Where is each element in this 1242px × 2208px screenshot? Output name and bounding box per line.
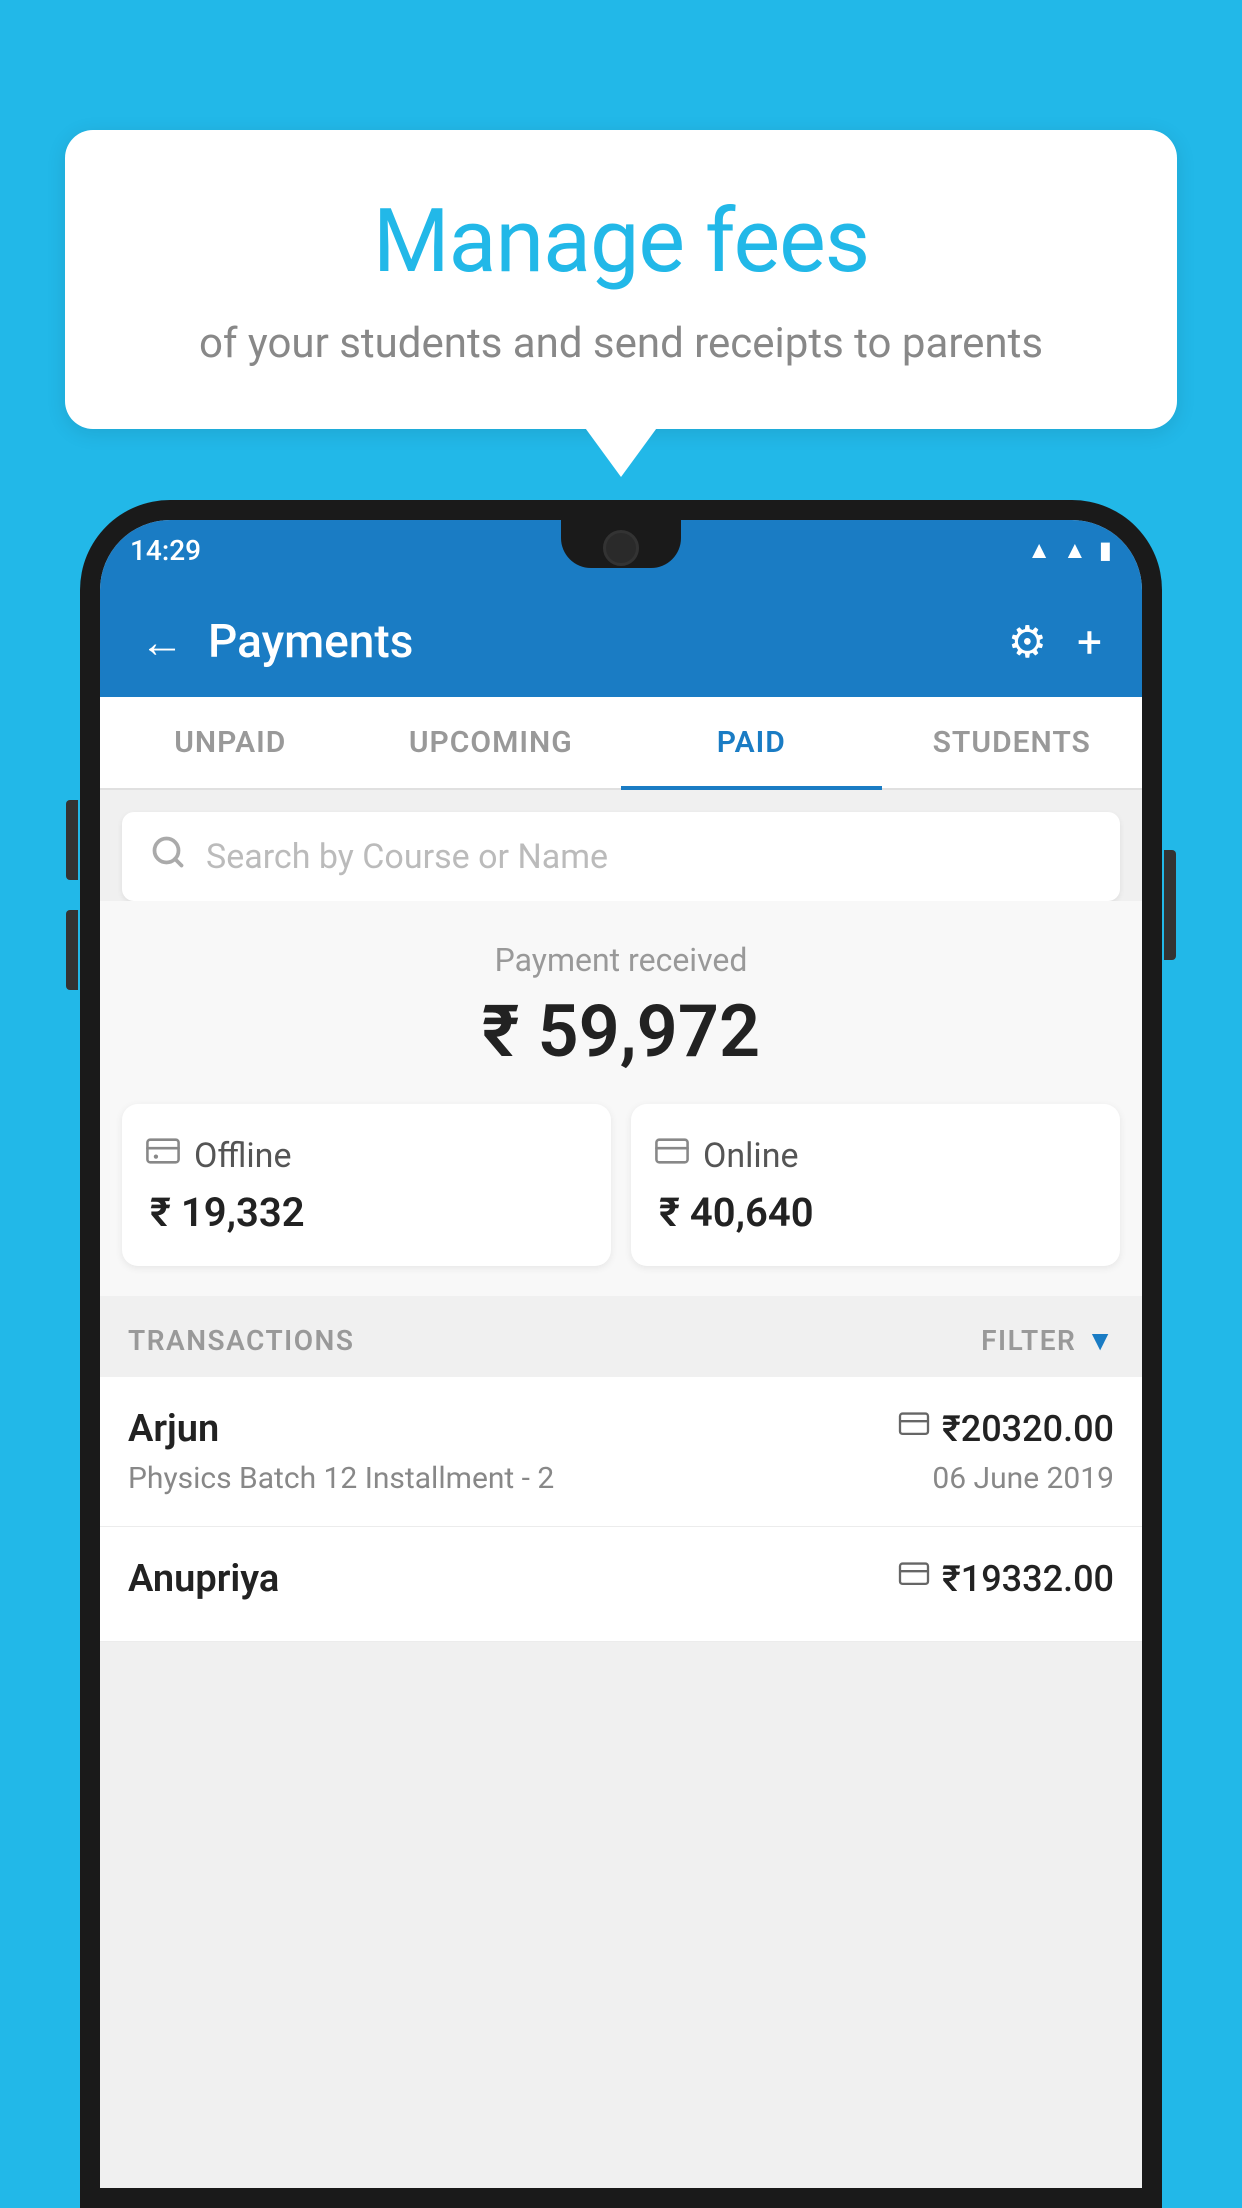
transaction-amount: ₹20320.00	[942, 1408, 1114, 1450]
transactions-header: TRANSACTIONS FILTER ▼	[100, 1296, 1142, 1377]
filter-icon: ▼	[1086, 1324, 1114, 1357]
offline-payment-card: Offline ₹ 19,332	[122, 1104, 611, 1266]
transaction-name: Arjun	[128, 1407, 219, 1451]
total-payment-amount: ₹ 59,972	[122, 989, 1120, 1074]
transaction-amount-2: ₹19332.00	[942, 1558, 1114, 1600]
filter-button[interactable]: FILTER ▼	[981, 1324, 1114, 1357]
online-payment-card: Online ₹ 40,640	[631, 1104, 1120, 1266]
payment-cards: Offline ₹ 19,332	[122, 1104, 1120, 1266]
status-icons: ▲ ▲ ▮	[1027, 536, 1112, 565]
signal-icon: ▲	[1063, 536, 1087, 565]
phone-mockup: 14:29 ▲ ▲ ▮ ← Payments ⚙ +	[80, 500, 1162, 2208]
volume-up-button	[66, 800, 78, 880]
status-time: 14:29	[130, 534, 201, 567]
transaction-row1: Arjun ₹20320.00	[128, 1407, 1114, 1451]
online-amount: ₹ 40,640	[655, 1189, 814, 1236]
tab-upcoming[interactable]: UPCOMING	[361, 697, 622, 788]
transaction-row2: Physics Batch 12 Installment - 2 06 June…	[128, 1461, 1114, 1496]
transactions-list: Arjun ₹20320.00	[100, 1377, 1142, 1642]
offline-amount: ₹ 19,332	[146, 1189, 305, 1236]
tab-students[interactable]: STUDENTS	[882, 697, 1143, 788]
online-label: Online	[703, 1136, 799, 1176]
tab-paid[interactable]: PAID	[621, 697, 882, 788]
phone-outer: 14:29 ▲ ▲ ▮ ← Payments ⚙ +	[80, 500, 1162, 2208]
volume-down-button	[66, 910, 78, 990]
wifi-icon: ▲	[1027, 536, 1051, 565]
speech-bubble: Manage fees of your students and send re…	[65, 130, 1177, 429]
manage-fees-subtitle: of your students and send receipts to pa…	[115, 315, 1127, 374]
online-payment-icon	[655, 1134, 689, 1177]
transactions-label: TRANSACTIONS	[128, 1324, 354, 1357]
transaction-course: Physics Batch 12 Installment - 2	[128, 1461, 554, 1496]
settings-button[interactable]: ⚙	[1008, 616, 1047, 668]
tab-unpaid[interactable]: UNPAID	[100, 697, 361, 788]
table-row[interactable]: Arjun ₹20320.00	[100, 1377, 1142, 1527]
back-button[interactable]: ←	[140, 616, 184, 668]
payment-received-label: Payment received	[122, 941, 1120, 979]
payment-summary: Payment received ₹ 59,972	[100, 901, 1142, 1296]
front-camera	[603, 530, 639, 566]
speech-bubble-container: Manage fees of your students and send re…	[65, 130, 1177, 429]
offline-label: Offline	[194, 1136, 291, 1176]
transaction-date: 06 June 2019	[932, 1461, 1114, 1496]
app-bar-left: ← Payments	[140, 615, 413, 669]
transaction-name-2: Anupriya	[128, 1557, 279, 1601]
online-card-header: Online	[655, 1134, 799, 1177]
tabs-container: UNPAID UPCOMING PAID STUDENTS	[100, 697, 1142, 790]
search-icon	[150, 834, 186, 879]
phone-screen: ← Payments ⚙ + UNPAID UPCOMING	[100, 520, 1142, 2188]
manage-fees-title: Manage fees	[115, 190, 1127, 293]
battery-icon: ▮	[1099, 536, 1112, 564]
search-input[interactable]: Search by Course or Name	[206, 837, 608, 877]
add-button[interactable]: +	[1077, 616, 1102, 668]
transaction-amount-container-2: ₹19332.00	[898, 1558, 1114, 1600]
transaction-amount-container: ₹20320.00	[898, 1408, 1114, 1450]
filter-label: FILTER	[981, 1324, 1076, 1357]
online-payment-type-icon	[898, 1411, 930, 1447]
offline-card-header: Offline	[146, 1134, 291, 1177]
search-bar[interactable]: Search by Course or Name	[122, 812, 1120, 901]
table-row[interactable]: Anupriya ₹19332.	[100, 1527, 1142, 1642]
transaction-row1-2: Anupriya ₹19332.	[128, 1557, 1114, 1601]
app-bar-right: ⚙ +	[1008, 616, 1102, 668]
content-area: Search by Course or Name Payment receive…	[100, 790, 1142, 2188]
power-button	[1164, 850, 1176, 960]
page-title: Payments	[208, 615, 413, 669]
offline-payment-type-icon	[898, 1561, 930, 1597]
offline-payment-icon	[146, 1134, 180, 1177]
